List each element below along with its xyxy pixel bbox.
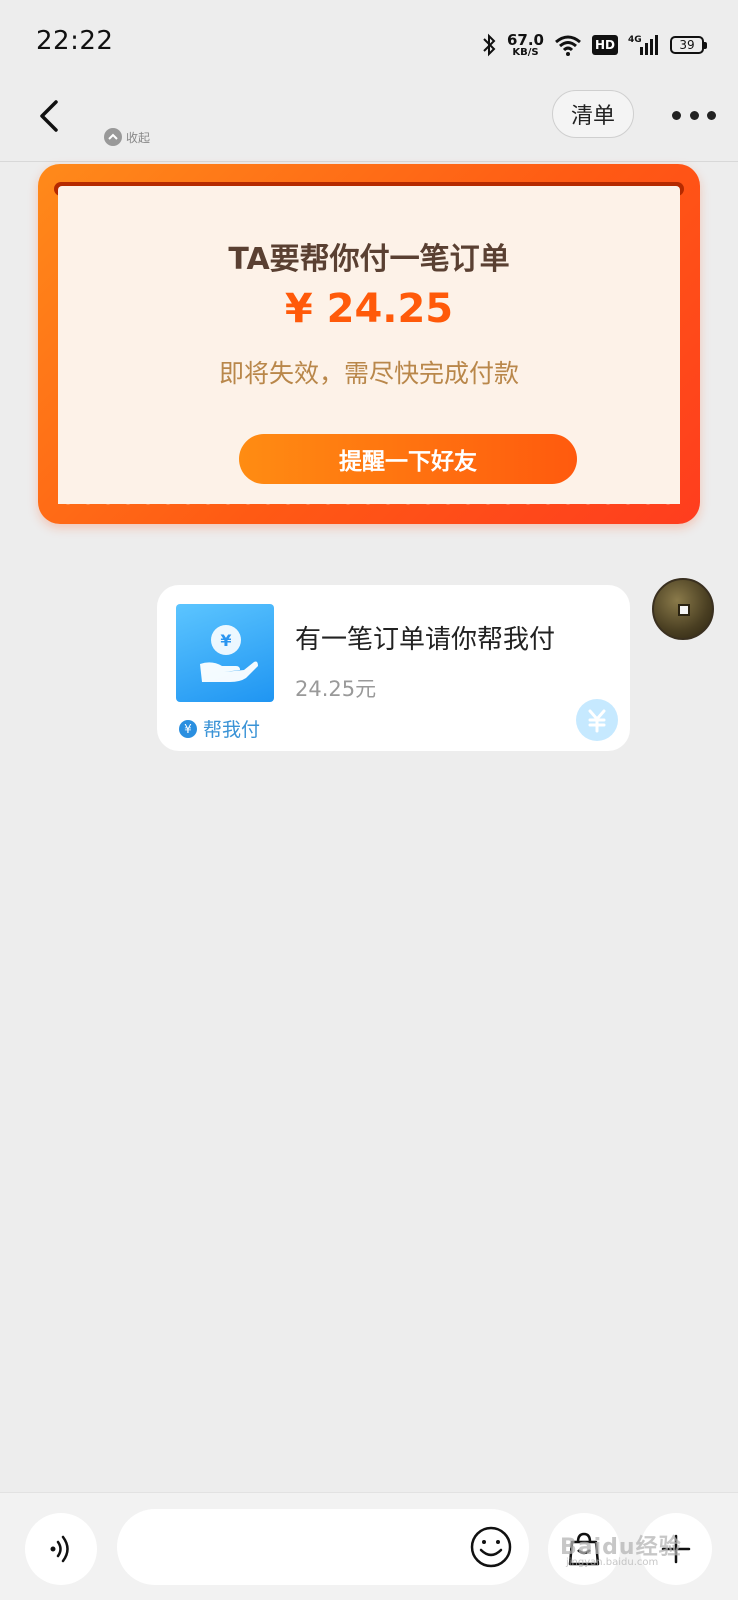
signal-label: 4G — [628, 35, 642, 45]
bluetooth-icon — [483, 33, 496, 57]
collapse-label: 收起 — [126, 130, 151, 145]
back-button[interactable] — [34, 94, 74, 138]
message-amount: 24.25元 — [295, 677, 377, 701]
message-source: ¥ 帮我付 — [179, 715, 260, 742]
plus-icon — [661, 1534, 691, 1564]
nav-bar: 收起 清单 — [0, 88, 738, 162]
cellular-signal-icon: 4G — [628, 35, 658, 55]
pay-request-card: TA要帮你付一笔订单 ¥ 24.25 即将失效，需尽快完成付款 提醒一下好友 — [38, 164, 700, 524]
message-title: 有一笔订单请你帮我付 — [295, 625, 556, 655]
chevron-left-icon — [40, 100, 58, 132]
yen-icon: ¥ — [179, 719, 197, 738]
network-speed-value: 67.0 — [506, 30, 544, 49]
pay-request-title: TA要帮你付一笔订单 — [228, 242, 510, 277]
status-icons: 67.0 KB/S HD 4G 39 — [481, 28, 707, 62]
message-source-label: 帮我付 — [203, 719, 261, 741]
more-actions-button[interactable] — [640, 1513, 712, 1585]
battery-indicator: 39 — [670, 36, 707, 54]
more-options-button[interactable] — [672, 104, 716, 126]
collapse-toggle[interactable]: 收起 — [104, 128, 150, 146]
network-speed-unit: KB/S — [512, 46, 539, 58]
pay-request-ticket: TA要帮你付一笔订单 ¥ 24.25 即将失效，需尽快完成付款 提醒一下好友 — [58, 186, 680, 513]
smiley-icon — [470, 1526, 512, 1568]
shopping-bag-icon — [568, 1532, 600, 1566]
list-button[interactable]: 清单 — [552, 90, 634, 138]
message-input[interactable] — [117, 1509, 529, 1585]
pay-for-me-thumbnail: ¥ — [176, 604, 274, 702]
hd-badge: HD — [591, 35, 618, 55]
pay-request-subtitle: 即将失效，需尽快完成付款 — [218, 359, 519, 388]
emoji-button[interactable] — [470, 1526, 512, 1568]
more-dot-icon — [707, 110, 716, 120]
pay-request-amount: ¥ 24.25 — [284, 286, 454, 332]
pay-for-me-message-card[interactable]: ¥ 有一笔订单请你帮我付 24.25元 ¥ 帮我付 — [157, 585, 630, 751]
chevron-up-icon — [104, 128, 122, 146]
svg-text:¥: ¥ — [220, 631, 231, 650]
more-dot-icon — [689, 110, 699, 120]
voice-icon — [50, 1535, 69, 1563]
avatar[interactable] — [652, 578, 714, 640]
shopping-bag-button[interactable] — [548, 1513, 620, 1585]
status-time: 22:22 — [36, 26, 114, 56]
status-bar: 22:22 67.0 KB/S HD 4G 39 — [0, 0, 738, 90]
remind-friend-button[interactable]: 提醒一下好友 — [239, 434, 577, 484]
voice-button[interactable] — [25, 1513, 97, 1585]
wifi-icon — [555, 35, 581, 56]
yuan-watermark-icon — [576, 699, 618, 741]
hand-coin-icon: ¥ — [200, 625, 258, 682]
input-bar: Baidu经验 jingyan.baidu.com — [0, 1492, 738, 1600]
coin-hole — [678, 604, 690, 616]
more-dot-icon — [672, 110, 681, 120]
network-speed: 67.0 KB/S — [506, 30, 544, 58]
